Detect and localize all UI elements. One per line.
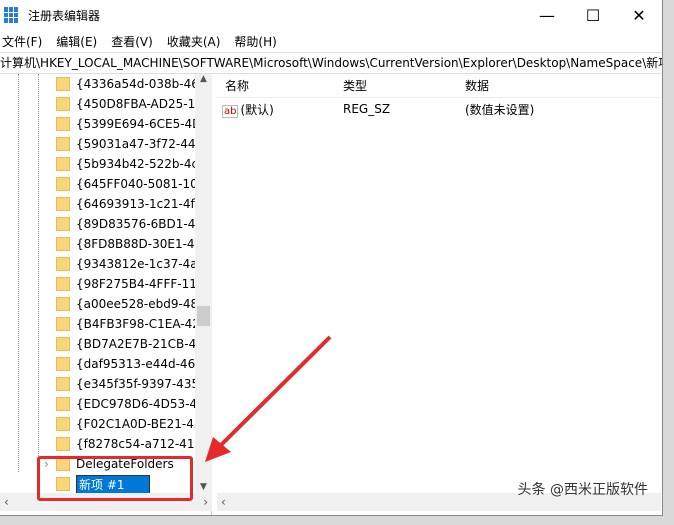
red-arrow-annotation bbox=[205, 335, 332, 462]
